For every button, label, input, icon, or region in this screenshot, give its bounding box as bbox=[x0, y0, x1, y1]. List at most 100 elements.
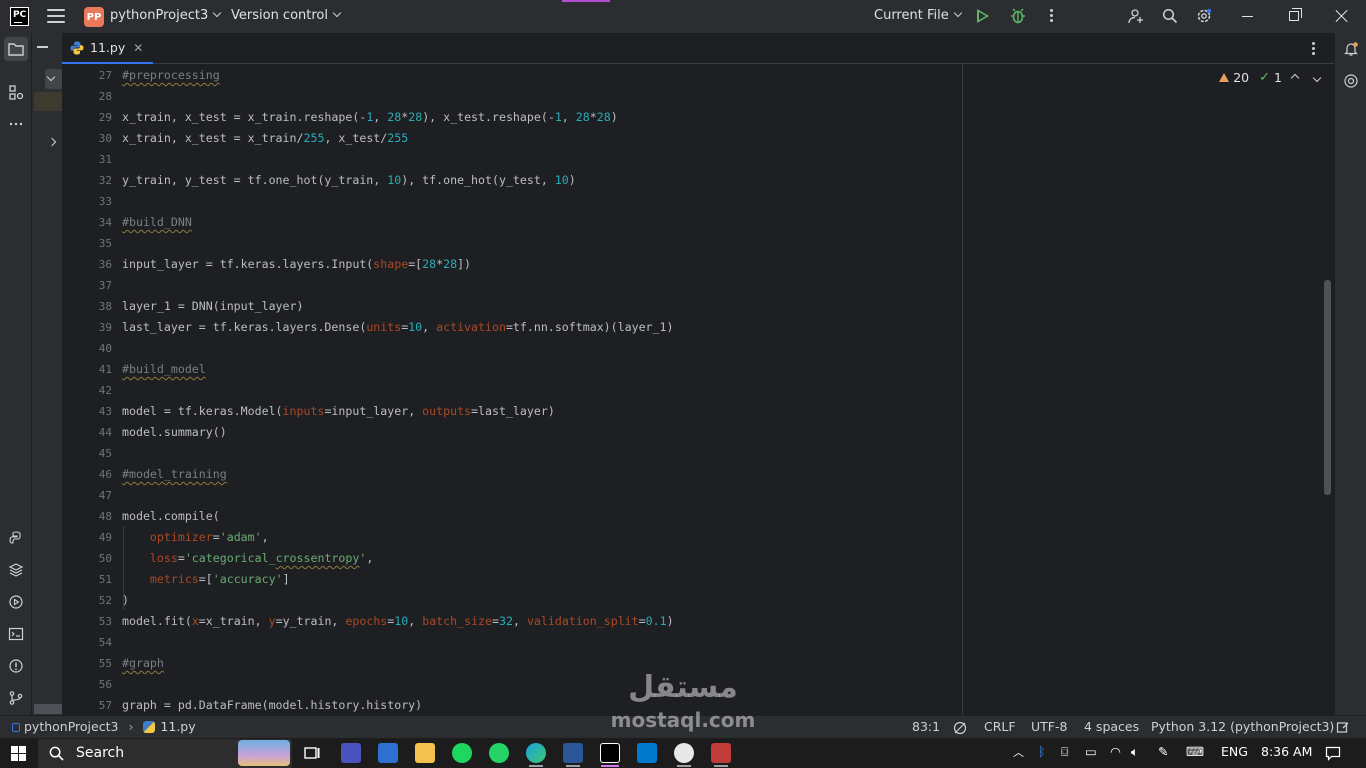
inspection-widget[interactable]: 20 ✓ 1 bbox=[1219, 70, 1326, 85]
project-selector[interactable]: pythonProject3 bbox=[110, 8, 222, 23]
search-icon[interactable] bbox=[1162, 8, 1178, 24]
ai-assistant-icon[interactable] bbox=[1343, 73, 1359, 89]
app-icon[interactable] bbox=[674, 743, 694, 763]
line-number: 56 bbox=[98, 678, 112, 691]
code-line[interactable]: model.compile( bbox=[122, 506, 220, 527]
maximize-button[interactable] bbox=[1289, 8, 1302, 21]
store-icon[interactable] bbox=[378, 743, 398, 763]
line-number: 34 bbox=[98, 216, 112, 229]
main-menu-icon[interactable] bbox=[47, 9, 65, 23]
wifi-icon[interactable]: ◠ bbox=[1110, 744, 1121, 759]
code-editor[interactable]: 27 28 29 30 31 32 33 34 35 36 37 38 39 40 41 42 43 44 45 46… bbox=[62, 64, 1334, 715]
collapse-button[interactable] bbox=[45, 69, 63, 89]
code-line[interactable]: #graph bbox=[122, 653, 164, 674]
cursor-position[interactable]: 83:1 bbox=[912, 719, 940, 734]
code-line[interactable]: x_train, x_test = x_train.reshape(-1, 28… bbox=[122, 107, 618, 128]
line-separator[interactable]: CRLF bbox=[984, 719, 1016, 734]
code-line[interactable]: last_layer = tf.keras.layers.Dense(units… bbox=[122, 317, 673, 338]
next-highlight-icon[interactable] bbox=[1312, 73, 1322, 82]
layers-icon[interactable] bbox=[8, 562, 24, 578]
python-interpreter[interactable]: Python 3.12 (pythonProject3) bbox=[1151, 719, 1334, 734]
app-icon[interactable] bbox=[711, 743, 731, 763]
project-badge[interactable]: PP bbox=[84, 7, 104, 27]
whatsapp-icon[interactable] bbox=[489, 743, 509, 763]
edge-browser-icon[interactable] bbox=[526, 743, 546, 763]
code-line[interactable]: model.fit(x=x_train, y=y_train, epochs=1… bbox=[122, 611, 674, 632]
running-indicator bbox=[714, 765, 728, 767]
breadcrumb-project[interactable]: pythonProject3 bbox=[24, 719, 118, 734]
code-line[interactable]: input_layer = tf.keras.layers.Input(shap… bbox=[122, 254, 471, 275]
windows-start-icon[interactable] bbox=[11, 746, 26, 761]
line-number: 27 bbox=[98, 69, 112, 82]
code-line[interactable]: optimizer='adam', bbox=[122, 527, 269, 548]
code-line[interactable]: y_train, y_test = tf.one_hot(y_train, 10… bbox=[122, 170, 576, 191]
close-tab-icon[interactable]: ✕ bbox=[133, 41, 143, 55]
file-explorer-icon[interactable] bbox=[415, 743, 435, 763]
code-line[interactable]: #model_training bbox=[122, 464, 227, 485]
accent-strip bbox=[562, 0, 610, 2]
running-indicator bbox=[566, 765, 580, 767]
vscode-icon[interactable] bbox=[637, 743, 657, 763]
close-window-button[interactable] bbox=[1335, 9, 1349, 23]
tab-11-py[interactable]: 11.py ✕ bbox=[62, 33, 154, 64]
add-user-icon[interactable] bbox=[1128, 8, 1144, 24]
word-icon[interactable] bbox=[563, 743, 583, 763]
show-hidden-icons-icon[interactable]: ︿ bbox=[1013, 744, 1024, 760]
battery-icon[interactable]: ▭ bbox=[1085, 744, 1097, 759]
more-tools-icon[interactable] bbox=[8, 116, 24, 132]
run-config-selector[interactable]: Current File bbox=[874, 8, 962, 23]
clock-time[interactable]: 8:36 AM bbox=[1261, 744, 1312, 759]
warning-icon bbox=[1219, 73, 1230, 82]
chevron-right-icon[interactable] bbox=[47, 137, 57, 147]
camera-icon[interactable]: ⌼ bbox=[1061, 744, 1069, 760]
version-control-menu[interactable]: Version control bbox=[231, 8, 342, 23]
structure-icon[interactable] bbox=[8, 84, 24, 100]
teams-icon[interactable] bbox=[341, 743, 361, 763]
line-number: 29 bbox=[98, 111, 112, 124]
python-packages-icon[interactable] bbox=[8, 530, 24, 546]
code-line[interactable]: graph = pd.DataFrame(model.history.histo… bbox=[122, 695, 422, 715]
input-language[interactable]: ENG bbox=[1221, 744, 1248, 759]
code-line[interactable]: model = tf.keras.Model(inputs=input_laye… bbox=[122, 401, 555, 422]
bluetooth-icon[interactable]: ᛒ bbox=[1038, 744, 1046, 759]
pycharm-taskbar-icon[interactable] bbox=[600, 743, 620, 763]
previous-highlight-icon[interactable] bbox=[1290, 73, 1300, 82]
line-number: 45 bbox=[98, 447, 112, 460]
git-branch-icon[interactable] bbox=[8, 690, 24, 706]
code-line[interactable]: model.summary() bbox=[122, 422, 227, 443]
vertical-scrollbar[interactable] bbox=[1324, 280, 1331, 495]
services-run-icon[interactable] bbox=[8, 594, 24, 610]
pen-icon[interactable]: ✎ bbox=[1158, 744, 1168, 759]
tab-options-icon[interactable] bbox=[1312, 42, 1316, 57]
hide-pane-icon[interactable] bbox=[37, 46, 48, 48]
project-folder-icon[interactable] bbox=[4, 37, 28, 61]
notifications-bell-icon[interactable] bbox=[1343, 41, 1359, 57]
code-line[interactable]: layer_1 = DNN(input_layer) bbox=[122, 296, 303, 317]
read-only-toggle-icon[interactable] bbox=[953, 721, 967, 735]
lock-edit-icon[interactable] bbox=[1336, 720, 1350, 734]
breadcrumb-file[interactable]: 11.py bbox=[160, 719, 195, 734]
code-line[interactable]: x_train, x_test = x_train/255, x_test/25… bbox=[122, 128, 408, 149]
spotify-icon[interactable] bbox=[452, 743, 472, 763]
run-icon[interactable] bbox=[977, 9, 989, 23]
code-line[interactable]: #build_DNN bbox=[122, 212, 192, 233]
code-line[interactable]: #preprocessing bbox=[122, 65, 220, 86]
touch-keyboard-icon[interactable]: ⌨ bbox=[1186, 744, 1204, 759]
task-view-icon[interactable] bbox=[302, 743, 322, 763]
volume-icon[interactable]: 🔈︎ bbox=[1131, 744, 1139, 760]
code-line[interactable]: loss='categorical_crossentropy', bbox=[122, 548, 373, 569]
terminal-icon[interactable] bbox=[8, 626, 24, 642]
code-line[interactable]: metrics=['accuracy'] bbox=[122, 569, 290, 590]
code-line[interactable]: #build_model bbox=[122, 359, 206, 380]
project-pane bbox=[32, 33, 63, 715]
horizontal-scrollbar[interactable] bbox=[34, 704, 62, 714]
file-encoding[interactable]: UTF-8 bbox=[1031, 719, 1067, 734]
settings-gear-icon[interactable] bbox=[1196, 8, 1212, 24]
indent-setting[interactable]: 4 spaces bbox=[1084, 719, 1139, 734]
notification-center-icon[interactable] bbox=[1325, 745, 1341, 761]
problems-icon[interactable] bbox=[8, 658, 24, 674]
minimize-button[interactable] bbox=[1242, 16, 1253, 17]
debug-icon[interactable] bbox=[1011, 8, 1025, 24]
more-actions-icon[interactable] bbox=[1050, 9, 1054, 24]
version-control-label: Version control bbox=[231, 8, 328, 23]
